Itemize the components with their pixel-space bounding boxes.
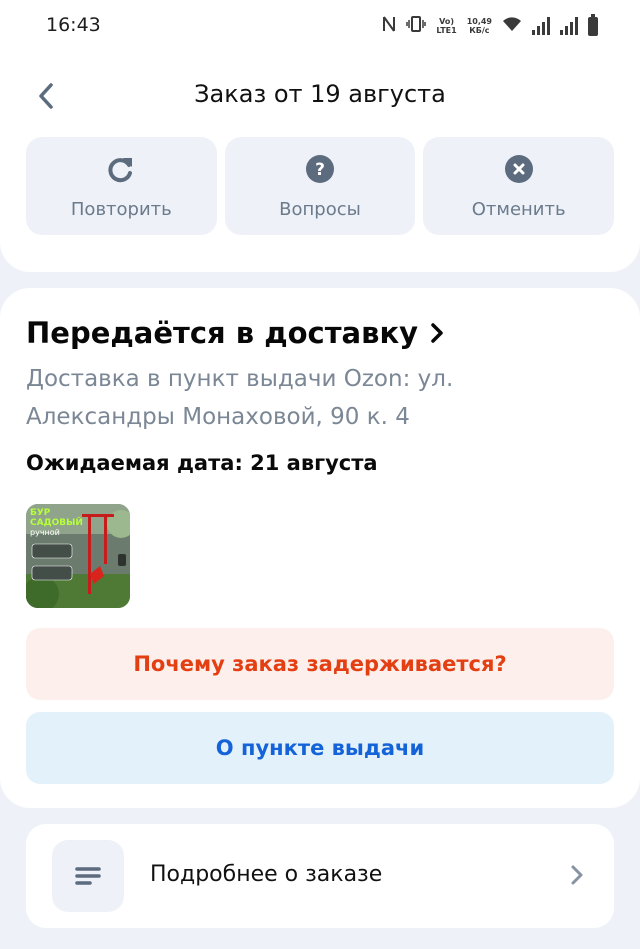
lte-indicator: Vo) LTE1 (436, 17, 456, 35)
signal-icon-1 (532, 17, 550, 35)
speed-unit: КБ/с (469, 26, 490, 35)
nfc-icon (382, 15, 396, 37)
list-icon (75, 867, 101, 885)
product-image-caption: БУР САДОВЫЙ ручной (30, 508, 83, 538)
why-delayed-label: Почему заказ задерживается? (133, 652, 507, 676)
status-bar: 16:43 Vo) LTE1 10,49 КБ/с (0, 0, 640, 52)
cancel-label: Отменить (471, 199, 566, 220)
product-caption-line-1: БУР (30, 508, 51, 518)
battery-icon (588, 13, 598, 36)
product-thumbnail[interactable]: БУР САДОВЫЙ ручной (26, 504, 130, 608)
repeat-label: Повторить (70, 199, 172, 220)
order-details-label: Подробнее о заказе (150, 862, 383, 887)
status-time: 16:43 (46, 14, 101, 36)
expected-date: Ожидаемая дата: 21 августа (26, 451, 378, 475)
network-speed: 10,49 КБ/с (467, 17, 492, 35)
header: Заказ от 19 августа (0, 68, 640, 124)
product-caption-line-3: ручной (30, 528, 60, 537)
questions-label: Вопросы (279, 199, 361, 220)
svg-text:?: ? (315, 160, 325, 180)
chevron-right-icon (431, 323, 443, 343)
lte-label-top: Vo) (439, 17, 454, 26)
page-title: Заказ от 19 августа (194, 80, 446, 108)
order-status-card: Передаётся в доставку Доставка в пункт в… (0, 288, 640, 808)
chevron-right-icon (570, 864, 584, 890)
order-status-title: Передаётся в доставку (26, 316, 419, 350)
lte-label-bottom: LTE1 (436, 26, 457, 35)
cancel-button[interactable]: Отменить (423, 137, 615, 235)
questions-button[interactable]: ? Вопросы (224, 137, 416, 235)
signal-icon-2 (560, 17, 578, 35)
status-icons: Vo) LTE1 10,49 КБ/с (382, 12, 598, 40)
cancel-icon (503, 153, 535, 185)
speed-value: 10,49 (466, 17, 492, 26)
pickup-point-label: О пункте выдачи (215, 736, 425, 760)
repeat-button[interactable]: Повторить (26, 137, 217, 235)
order-details-row[interactable]: Подробнее о заказе (26, 824, 614, 928)
repeat-icon (105, 153, 137, 185)
order-status-link[interactable]: Передаётся в доставку (26, 316, 444, 350)
delivery-address: Доставка в пункт выдачи Ozon: ул. Алекса… (26, 366, 454, 430)
wifi-icon (502, 16, 522, 36)
details-icon-box (52, 840, 124, 912)
question-icon: ? (304, 153, 336, 185)
pickup-point-button[interactable]: О пункте выдачи (26, 712, 614, 784)
why-delayed-button[interactable]: Почему заказ задерживается? (26, 628, 614, 700)
action-bar: Повторить ? Вопросы Отменить (26, 137, 615, 235)
product-caption-line-2: САДОВЫЙ (30, 518, 83, 528)
vibrate-icon (406, 15, 427, 37)
